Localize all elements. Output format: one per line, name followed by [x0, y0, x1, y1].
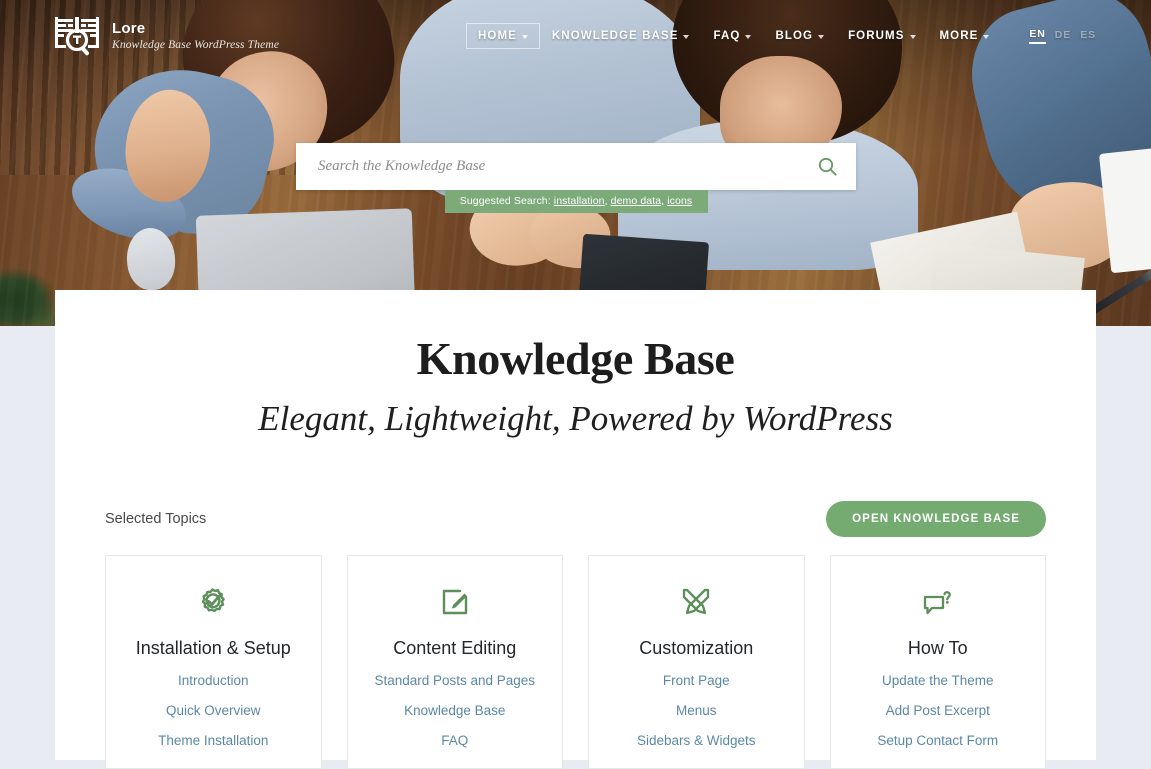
- card-icon-wrap: [599, 582, 794, 622]
- language-option-de[interactable]: DE: [1055, 29, 1071, 43]
- brush-pencil-cross-icon: [683, 588, 710, 614]
- card-title: Content Editing: [393, 637, 517, 658]
- nav-item-forums-label: FORUMS: [848, 30, 905, 42]
- chevron-down-icon: [909, 35, 916, 39]
- suggested-search-label: Suggested Search:: [459, 195, 551, 207]
- selected-topics-label: Selected Topics: [105, 510, 207, 527]
- chevron-down-icon: [521, 35, 528, 39]
- chevron-down-icon: [983, 35, 990, 39]
- edit-square-pencil-icon: [442, 589, 467, 615]
- suggestion-icons[interactable]: icons: [667, 195, 692, 207]
- main-menu: HOME KNOWLEDGE BASE FAQ BLOG FORUMS MORE…: [466, 23, 1151, 49]
- chevron-down-icon: [683, 35, 690, 39]
- card-link-add-post-excerpt[interactable]: Add Post Excerpt: [841, 703, 1036, 718]
- brand-logo[interactable]: Lore Knowledge Base WordPress Theme: [55, 15, 279, 57]
- book-magnifier-icon: [55, 17, 99, 56]
- card-link-standard-posts-and-pages[interactable]: Standard Posts and Pages: [358, 673, 553, 688]
- brand-tagline: Knowledge Base WordPress Theme: [112, 38, 280, 51]
- nav-item-knowledge-base-label: KNOWLEDGE BASE: [551, 30, 679, 42]
- card-icon-wrap: [841, 582, 1036, 622]
- nav-item-blog[interactable]: BLOG: [763, 23, 836, 49]
- card-title: How To: [907, 637, 968, 658]
- card-icon-wrap: [116, 582, 311, 622]
- topic-card-installation-setup[interactable]: Installation & Setup Introduction Quick …: [105, 554, 322, 769]
- gear-check-icon: [202, 588, 226, 613]
- search-box: [296, 143, 856, 190]
- page-title: Knowledge Base: [416, 333, 735, 384]
- selected-topics-header: Selected Topics OPEN KNOWLEDGE BASE: [105, 500, 1046, 537]
- topic-card-customization[interactable]: Customization Front Page Menus Sidebars …: [588, 554, 805, 769]
- suggestion-installation[interactable]: installation: [554, 195, 605, 207]
- topic-cards: Installation & Setup Introduction Quick …: [105, 554, 1046, 769]
- card-link-sidebars-widgets[interactable]: Sidebars & Widgets: [599, 733, 794, 748]
- main-content-panel: Knowledge Base Elegant, Lightweight, Pow…: [55, 290, 1096, 769]
- nav-item-blog-label: BLOG: [775, 30, 814, 42]
- nav-item-faq[interactable]: FAQ: [701, 23, 763, 49]
- card-icon-wrap: [358, 582, 553, 622]
- open-knowledge-base-button[interactable]: OPEN KNOWLEDGE BASE: [826, 500, 1046, 537]
- card-link-theme-installation[interactable]: Theme Installation: [116, 733, 311, 748]
- card-link-knowledge-base[interactable]: Knowledge Base: [358, 703, 553, 718]
- card-link-quick-overview[interactable]: Quick Overview: [116, 703, 311, 718]
- card-title: Installation & Setup: [135, 637, 291, 658]
- nav-item-forums[interactable]: FORUMS: [836, 23, 927, 49]
- nav-item-faq-label: FAQ: [713, 30, 741, 42]
- search-input[interactable]: [296, 158, 798, 175]
- search-area: Suggested Search: installation, demo dat…: [296, 143, 856, 213]
- page-subtitle: Elegant, Lightweight, Powered by WordPre…: [258, 398, 893, 438]
- nav-item-home-label: HOME: [478, 30, 517, 42]
- suggested-search-bar: Suggested Search: installation, demo dat…: [444, 190, 708, 213]
- card-link-setup-contact-form[interactable]: Setup Contact Form: [841, 733, 1036, 748]
- suggestion-demo-data[interactable]: demo data: [611, 195, 662, 207]
- card-link-introduction[interactable]: Introduction: [116, 673, 311, 688]
- search-icon: [818, 157, 837, 176]
- chevron-down-icon: [818, 35, 825, 39]
- nav-item-more-label: MORE: [939, 30, 979, 42]
- brand-text: Lore Knowledge Base WordPress Theme: [112, 21, 279, 52]
- card-link-faq[interactable]: FAQ: [358, 733, 553, 748]
- language-option-es[interactable]: ES: [1080, 29, 1096, 43]
- nav-item-knowledge-base[interactable]: KNOWLEDGE BASE: [540, 23, 702, 49]
- card-link-front-page[interactable]: Front Page: [599, 673, 794, 688]
- card-link-menus[interactable]: Menus: [599, 703, 794, 718]
- topic-card-content-editing[interactable]: Content Editing Standard Posts and Pages…: [346, 554, 563, 769]
- speech-bubble-question-icon: [923, 590, 951, 614]
- brand-name: Lore: [112, 19, 146, 37]
- topic-card-how-to[interactable]: How To Update the Theme Add Post Excerpt…: [829, 554, 1046, 769]
- language-option-en[interactable]: EN: [1029, 28, 1046, 44]
- nav-item-home[interactable]: HOME: [466, 23, 540, 49]
- search-submit-button[interactable]: [798, 143, 856, 190]
- chevron-down-icon: [745, 35, 752, 39]
- card-title: Customization: [639, 637, 754, 658]
- language-switcher: EN DE ES: [1029, 28, 1096, 44]
- card-link-update-the-theme[interactable]: Update the Theme: [841, 673, 1036, 688]
- top-navigation-bar: Lore Knowledge Base WordPress Theme HOME…: [0, 0, 1151, 72]
- nav-item-more[interactable]: MORE: [928, 23, 1002, 49]
